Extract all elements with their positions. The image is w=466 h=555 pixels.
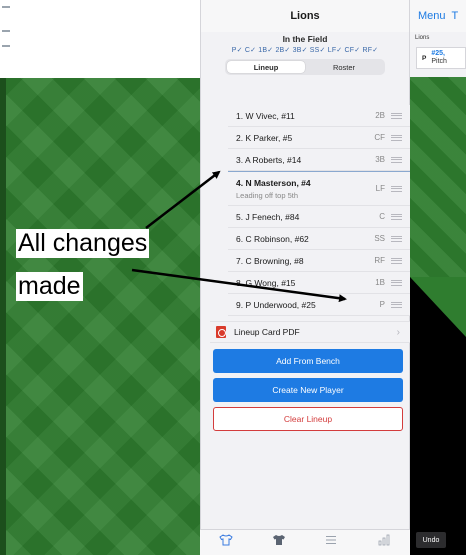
- in-field-title: In the Field: [282, 34, 328, 44]
- tab-stats[interactable]: [358, 530, 411, 555]
- tab-lineup-list[interactable]: [305, 530, 358, 555]
- lineup-row[interactable]: 2. K Parker, #5 CF: [228, 127, 410, 149]
- player-position: LF: [375, 184, 385, 193]
- lineup-card-pdf-row[interactable]: Lineup Card PDF ›: [210, 321, 410, 343]
- reorder-handle-icon[interactable]: [391, 235, 402, 242]
- pitcher-role: Pitch: [431, 58, 447, 65]
- player-position: SS: [374, 234, 385, 243]
- field-turf: [0, 78, 200, 555]
- tab-opponents[interactable]: [253, 530, 306, 555]
- reorder-handle-icon[interactable]: [391, 301, 402, 308]
- right-game-view: Menu T Lions P #25, Pitch Undo: [410, 0, 466, 555]
- reorder-handle-icon[interactable]: [391, 156, 402, 163]
- player-position: 2B: [375, 111, 385, 120]
- player-position: 3B: [375, 155, 385, 164]
- add-from-bench-button[interactable]: Add From Bench: [213, 349, 403, 373]
- pitcher-number: #25,: [431, 50, 445, 57]
- reorder-handle-icon[interactable]: [391, 134, 402, 141]
- reorder-handle-icon[interactable]: [391, 185, 402, 192]
- menu-button[interactable]: Menu: [418, 10, 446, 22]
- left-top-area: [0, 0, 200, 78]
- player-position: 1B: [375, 278, 385, 287]
- player-name: 4. N Masterson, #4: [236, 177, 311, 188]
- pitcher-position: P: [422, 54, 427, 62]
- left-tick: [2, 45, 10, 47]
- pdf-icon: [216, 326, 226, 338]
- reorder-handle-icon[interactable]: [391, 213, 402, 220]
- lineup-list: 1. W Vivec, #11 2B 2. K Parker, #5 CF 3.…: [228, 105, 410, 316]
- in-field-status: In the Field P✓ C✓ 1B✓ 2B✓ 3B✓ SS✓ LF✓ C…: [201, 34, 409, 75]
- chevron-right-icon: ›: [396, 326, 400, 338]
- shirt-filled-icon: [272, 535, 285, 545]
- player-position: P: [379, 300, 385, 309]
- player-name: 8. G Wong, #15: [236, 277, 296, 288]
- lineup-row[interactable]: 6. C Robinson, #62 SS: [228, 228, 410, 250]
- undo-button[interactable]: Undo: [416, 532, 446, 548]
- tab-my-team[interactable]: [200, 530, 253, 555]
- segment-lineup[interactable]: Lineup: [227, 61, 305, 73]
- lineup-card-pdf-label: Lineup Card PDF: [234, 327, 300, 337]
- clear-lineup-button[interactable]: Clear Lineup: [213, 407, 403, 431]
- right-header-fragment: T: [451, 10, 459, 22]
- lineup-row[interactable]: 7. C Browning, #8 RF: [228, 250, 410, 272]
- field-edge: [0, 78, 6, 555]
- player-name: 1. W Vivec, #11: [236, 110, 295, 121]
- lineup-row[interactable]: 8. G Wong, #15 1B: [228, 272, 410, 294]
- player-position: CF: [374, 133, 385, 142]
- create-new-player-button[interactable]: Create New Player: [213, 378, 403, 402]
- pitcher-info: #25, Pitch: [431, 50, 447, 66]
- left-tick: [2, 30, 10, 32]
- player-name: 5. J Fenech, #84: [236, 211, 300, 222]
- right-header: Menu T: [410, 0, 466, 32]
- player-position: C: [379, 212, 385, 221]
- player-name: 7. C Browning, #8: [236, 255, 304, 266]
- in-field-positions: P✓ C✓ 1B✓ 2B✓ 3B✓ SS✓ LF✓ CF✓ RF✓: [231, 47, 379, 54]
- lineup-row[interactable]: 9. P Underwood, #25 P: [228, 294, 410, 316]
- reorder-handle-icon[interactable]: [391, 279, 402, 286]
- annotation-line-2: made: [16, 272, 83, 301]
- shirt-outline-icon: [219, 534, 233, 546]
- player-position: RF: [374, 256, 385, 265]
- current-pitcher-card[interactable]: P #25, Pitch: [416, 47, 466, 69]
- player-name: 2. K Parker, #5: [236, 132, 293, 143]
- right-team-label: Lions: [415, 35, 430, 41]
- annotation-line-1: All changes: [16, 229, 150, 258]
- stats-icon: [378, 534, 390, 546]
- lineup-row-selected[interactable]: 4. N Masterson, #4 Leading off top 5th L…: [228, 171, 410, 206]
- player-name: 3. A Roberts, #14: [236, 154, 302, 165]
- lineup-row[interactable]: 5. J Fenech, #84 C: [228, 206, 410, 228]
- player-info: 4. N Masterson, #4 Leading off top 5th: [236, 178, 361, 200]
- player-name: 6. C Robinson, #62: [236, 233, 309, 244]
- lineup-row[interactable]: 3. A Roberts, #14 3B: [228, 149, 410, 171]
- reorder-handle-icon[interactable]: [391, 257, 402, 264]
- lineup-row[interactable]: 1. W Vivec, #11 2B: [228, 105, 410, 127]
- segment-roster[interactable]: Roster: [305, 61, 383, 73]
- left-tick: [2, 6, 10, 8]
- right-field-edge: [410, 277, 466, 337]
- right-field-turf: [410, 77, 466, 277]
- player-note: Leading off top 5th: [236, 190, 298, 200]
- screen: Lions In the Field P✓ C✓ 1B✓ 2B✓ 3B✓ SS✓…: [0, 0, 466, 555]
- lineup-roster-segmented-control: Lineup Roster: [225, 59, 385, 75]
- panel-title: Lions: [201, 0, 409, 32]
- reorder-handle-icon[interactable]: [391, 112, 402, 119]
- player-name: 9. P Underwood, #25: [236, 299, 316, 310]
- list-icon: [326, 536, 337, 544]
- tab-bar: [200, 529, 410, 555]
